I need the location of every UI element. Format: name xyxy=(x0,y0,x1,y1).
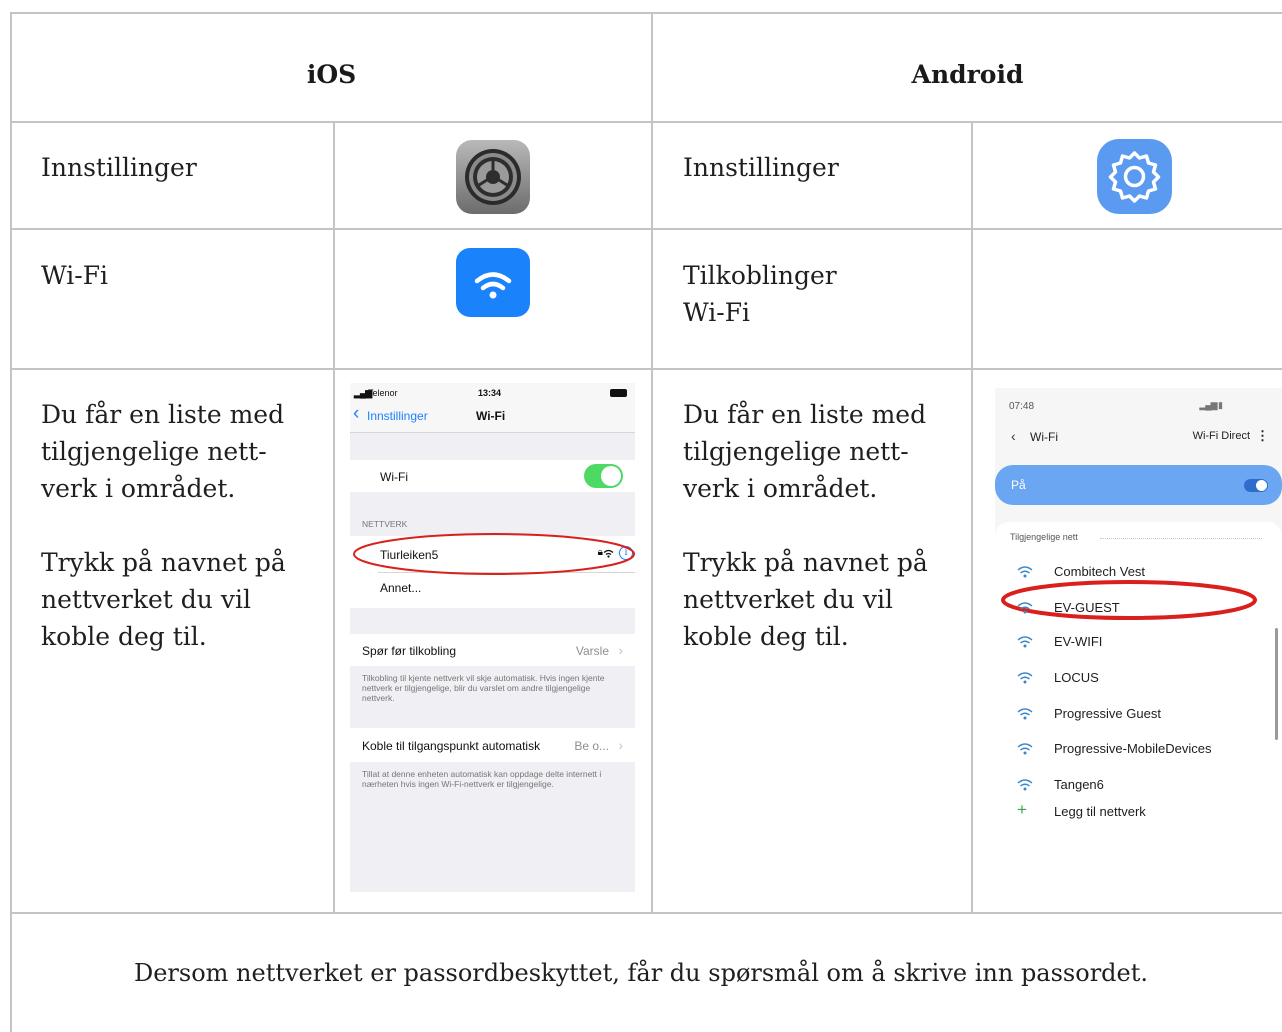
chevron-right-icon: › xyxy=(618,642,623,658)
page-title: Wi-Fi xyxy=(1030,430,1058,444)
hotspot-description: Tillat at denne enheten automatisk kan o… xyxy=(362,769,602,789)
ios-settings-gear-icon xyxy=(456,140,530,214)
text-line: Du får en liste med xyxy=(41,400,285,429)
row-divider-2 xyxy=(10,228,1282,230)
wifi-signal-icon xyxy=(1017,672,1033,684)
ask-before-join-row[interactable]: Spør før tilkobling Varsle › xyxy=(350,634,635,666)
text-line: nettverket du vil xyxy=(41,585,251,614)
wifi-toggle-bar[interactable]: På xyxy=(995,465,1282,505)
highlight-ellipse xyxy=(353,533,635,575)
other-network-label: Annet... xyxy=(380,581,422,595)
android-wifi-label: Wi-Fi xyxy=(683,298,751,327)
header-android: Android xyxy=(911,60,1024,89)
text-line: nettverket du vil xyxy=(683,585,893,614)
row-divider-3 xyxy=(10,368,1282,370)
wifi-signal-icon xyxy=(1017,636,1033,648)
network-item[interactable]: Progressive Guest xyxy=(1054,706,1161,721)
network-item[interactable]: Progressive-MobileDevices xyxy=(1054,741,1212,756)
wifi-toggle[interactable] xyxy=(1244,479,1268,492)
android-tap-text: Trykk på navnet på nettverket du vil kob… xyxy=(683,544,928,655)
wifi-signal-icon xyxy=(1017,779,1033,791)
ask-description: Tilkobling til kjente nettverk vil skje … xyxy=(362,673,605,703)
network-item[interactable]: Combitech Vest xyxy=(1054,564,1145,579)
text-line: Du får en liste med xyxy=(683,400,927,429)
wifi-toggle[interactable] xyxy=(584,464,623,488)
text-line: tilgjengelige nett- xyxy=(41,437,267,466)
wifi-toggle-row[interactable]: Wi-Fi xyxy=(350,460,635,492)
android-list-text: Du får en liste med tilgjengelige nett- … xyxy=(683,396,926,507)
nav-title: Wi-Fi xyxy=(476,409,506,423)
add-icon[interactable]: + xyxy=(1017,800,1027,820)
instruction-table: iOS Android Innstillinger Innstillinger xyxy=(0,0,1282,1032)
toggle-label: På xyxy=(1011,478,1026,492)
network-item[interactable]: LOCUS xyxy=(1054,670,1099,685)
text-line: koble deg til. xyxy=(41,622,207,651)
section-label: Tilgjengelige nett xyxy=(1010,532,1078,542)
wifi-signal-icon xyxy=(1017,708,1033,720)
ask-value: Varsle xyxy=(575,644,609,658)
ios-tap-text: Trykk på navnet på nettverket du vil kob… xyxy=(41,544,286,655)
status-time: 13:34 xyxy=(478,388,502,398)
more-options-icon[interactable]: ⋮ xyxy=(1256,428,1269,444)
wifi-signal-icon xyxy=(1017,602,1033,614)
ios-wifi-label: Wi-Fi xyxy=(41,261,109,290)
back-button[interactable]: Innstillinger xyxy=(367,409,428,423)
row-divider-4 xyxy=(10,912,1282,914)
ask-label: Spør før tilkobling xyxy=(362,644,457,658)
battery-icon xyxy=(610,389,627,397)
column-divider-ios xyxy=(333,121,335,914)
hotspot-row[interactable]: Koble til tilgangspunkt automatisk Be o.… xyxy=(350,728,635,762)
network-item[interactable]: Tangen6 xyxy=(1054,777,1104,792)
table-border-left xyxy=(10,12,12,1032)
header-ios: iOS xyxy=(306,60,357,89)
row-divider-1 xyxy=(10,121,1282,123)
wifi-signal-icon xyxy=(1017,743,1033,755)
status-icons: ▂▄▆ ▮ xyxy=(1199,400,1223,410)
ios-wifi-screenshot: ▂▄▆ Telenor 13:34 ‹ Innstillinger Wi-Fi … xyxy=(350,383,635,892)
text-line: koble deg til. xyxy=(683,622,849,651)
section-label: NETTVERK xyxy=(362,519,408,529)
android-connections-label: Tilkoblinger xyxy=(683,261,837,290)
text-line: verk i området. xyxy=(683,474,878,503)
back-arrow-icon[interactable]: ‹ xyxy=(1011,428,1016,444)
status-time: 07:48 xyxy=(1009,401,1035,412)
footer-note: Dersom nettverket er passordbeskyttet, f… xyxy=(133,959,1149,987)
ios-list-text: Du får en liste med tilgjengelige nett- … xyxy=(41,396,284,507)
wifi-direct-button[interactable]: Wi-Fi Direct xyxy=(1193,430,1250,442)
android-wifi-screenshot: 07:48 ▂▄▆ ▮ ‹ Wi-Fi Wi-Fi Direct ⋮ På Ti… xyxy=(995,388,1282,910)
ios-settings-label: Innstillinger xyxy=(41,153,197,182)
back-chevron-icon[interactable]: ‹ xyxy=(353,404,359,423)
add-network-button[interactable]: Legg til nettverk xyxy=(1054,804,1146,819)
text-line: Trykk på navnet på xyxy=(683,548,928,577)
highlight-ellipse xyxy=(1001,580,1257,620)
network-item[interactable]: EV-WIFI xyxy=(1054,634,1102,649)
carrier-label: Telenor xyxy=(368,388,398,398)
hotspot-value: Be o... xyxy=(574,739,609,753)
table-border-top xyxy=(10,12,1282,14)
ios-wifi-icon xyxy=(456,248,530,317)
text-line: verk i området. xyxy=(41,474,236,503)
scrollbar[interactable] xyxy=(1275,628,1278,740)
text-line: Trykk på navnet på xyxy=(41,548,286,577)
network-item[interactable]: EV-GUEST xyxy=(1054,600,1120,615)
chevron-right-icon: › xyxy=(618,737,623,753)
ios-nav-bar: ‹ Innstillinger Wi-Fi xyxy=(350,400,635,433)
wifi-signal-icon xyxy=(1017,566,1033,578)
hotspot-label: Koble til tilgangspunkt automatisk xyxy=(362,739,541,753)
wifi-row-label: Wi-Fi xyxy=(380,470,408,484)
text-line: tilgjengelige nett- xyxy=(683,437,909,466)
column-divider-main xyxy=(651,12,653,914)
android-settings-label: Innstillinger xyxy=(683,153,839,182)
column-divider-android xyxy=(971,121,973,914)
android-settings-gear-icon xyxy=(1097,139,1172,214)
